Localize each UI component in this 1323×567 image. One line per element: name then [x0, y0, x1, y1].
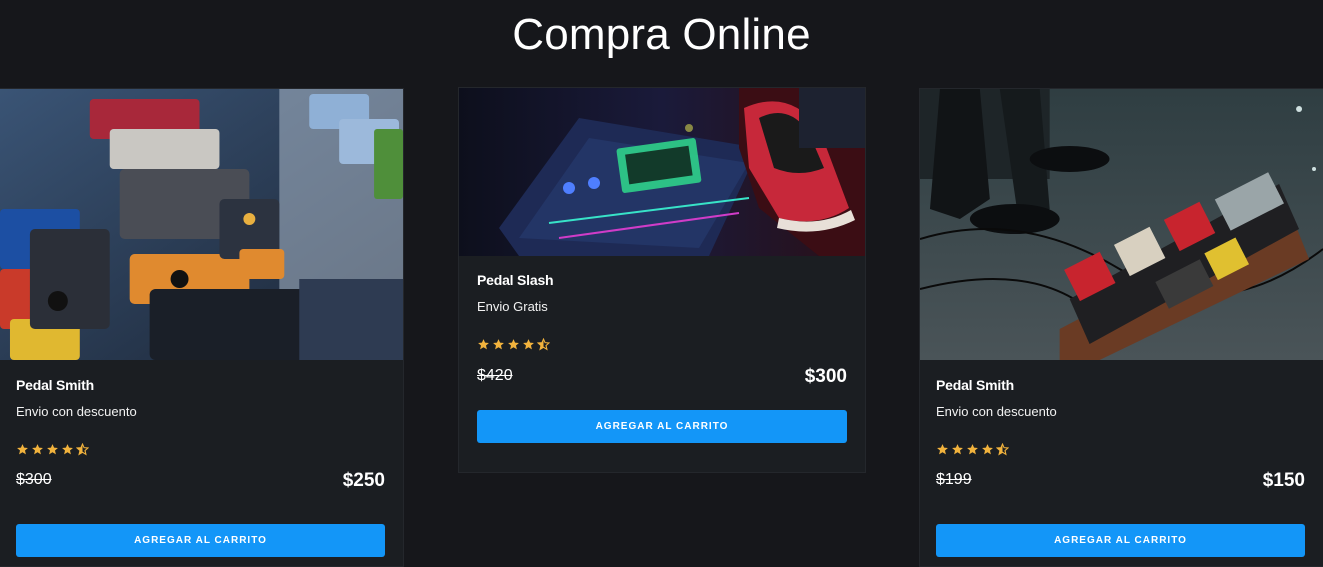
product-name: Pedal Smith — [936, 377, 1014, 393]
star-full-icon — [951, 443, 964, 456]
product-card: Pedal Slash Envio Gratis $420 $300 AGREG… — [458, 87, 866, 473]
page-title: Compra Online — [512, 10, 811, 59]
star-full-icon — [966, 443, 979, 456]
price-row: $420 $300 — [477, 366, 847, 396]
star-full-icon — [46, 443, 59, 456]
product-image[interactable] — [0, 89, 403, 360]
product-image[interactable] — [459, 88, 865, 256]
current-price: $300 — [804, 366, 847, 387]
product-card: Pedal Smith Envio con descuento $199 $15… — [919, 88, 1323, 567]
add-to-cart-button[interactable]: AGREGAR AL CARRITO — [477, 410, 847, 443]
star-full-icon — [522, 338, 535, 351]
star-full-icon — [477, 338, 490, 351]
product-image[interactable] — [920, 89, 1323, 360]
star-half-icon — [995, 442, 1010, 456]
old-price: $199 — [936, 471, 972, 488]
old-price: $420 — [477, 367, 513, 384]
rating-stars — [477, 337, 847, 352]
star-full-icon — [16, 443, 29, 456]
star-full-icon — [61, 443, 74, 456]
product-name: Pedal Slash — [477, 272, 554, 288]
current-price: $150 — [1262, 470, 1305, 491]
rating-stars — [936, 442, 1305, 457]
star-full-icon — [31, 443, 44, 456]
current-price: $250 — [342, 470, 385, 491]
product-card: Pedal Smith Envio con descuento $300 $25… — [0, 88, 404, 567]
star-half-icon — [75, 442, 90, 456]
star-full-icon — [936, 443, 949, 456]
star-full-icon — [507, 338, 520, 351]
product-name: Pedal Smith — [16, 377, 94, 393]
star-full-icon — [981, 443, 994, 456]
rating-stars — [16, 442, 385, 457]
price-row: $199 $150 — [936, 470, 1305, 500]
add-to-cart-button[interactable]: AGREGAR AL CARRITO — [936, 524, 1305, 557]
shipping-info: Envio con descuento — [16, 404, 137, 419]
star-full-icon — [492, 338, 505, 351]
price-row: $300 $250 — [16, 470, 385, 500]
shipping-info: Envio con descuento — [936, 404, 1057, 419]
star-half-icon — [536, 337, 551, 351]
shipping-info: Envio Gratis — [477, 299, 548, 314]
add-to-cart-button[interactable]: AGREGAR AL CARRITO — [16, 524, 385, 557]
old-price: $300 — [16, 471, 52, 488]
shop-page: Compra Online Pedal Smith Envio con desc… — [0, 0, 1323, 567]
